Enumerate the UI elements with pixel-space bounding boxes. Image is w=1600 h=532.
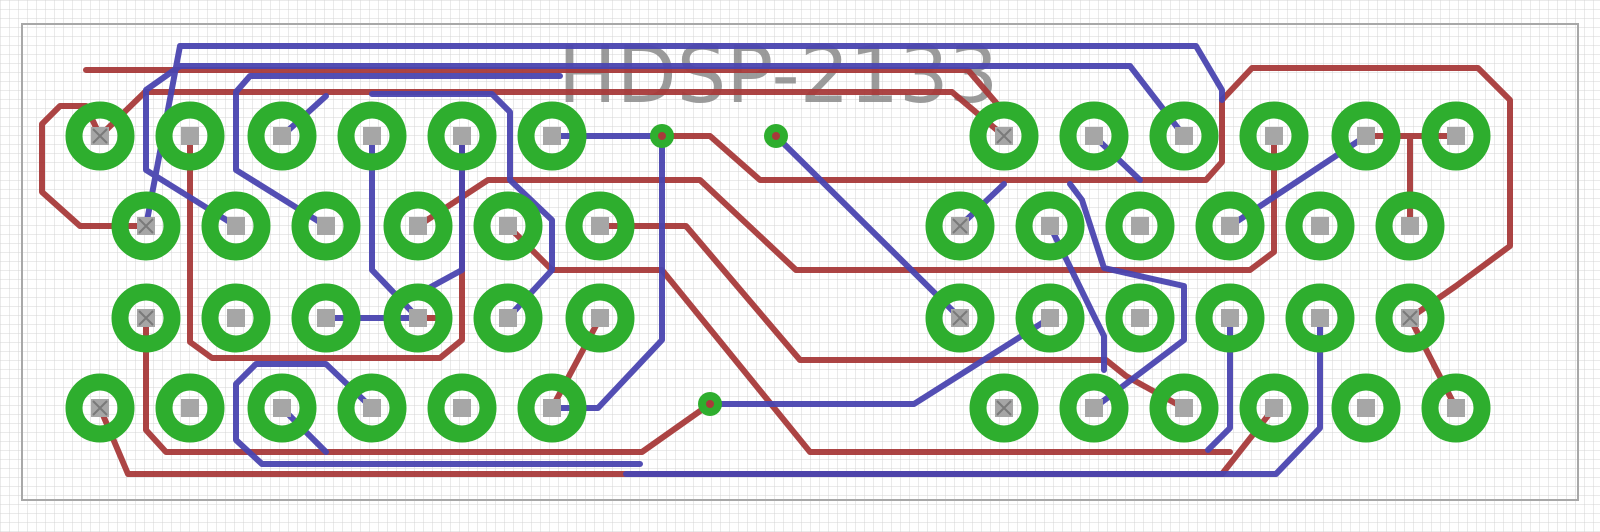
pad (1375, 191, 1445, 261)
pad (1375, 283, 1445, 353)
pad (969, 373, 1039, 443)
pad (1149, 101, 1219, 171)
pad (155, 373, 225, 443)
pad (1059, 101, 1129, 171)
pad (427, 373, 497, 443)
pad (291, 191, 361, 261)
pad (473, 283, 543, 353)
via (764, 124, 788, 148)
pad (969, 101, 1039, 171)
pad (1421, 373, 1491, 443)
via (698, 392, 722, 416)
pad (1015, 191, 1085, 261)
pad (565, 191, 635, 261)
pad (247, 101, 317, 171)
pad (1331, 101, 1401, 171)
pad (1105, 191, 1175, 261)
pad (65, 373, 135, 443)
pad (427, 101, 497, 171)
pad (1285, 283, 1355, 353)
pad (1421, 101, 1491, 171)
pad (1239, 373, 1309, 443)
pad (925, 191, 995, 261)
pad (1285, 191, 1355, 261)
pad (1149, 373, 1219, 443)
pad (1015, 283, 1085, 353)
pad (291, 283, 361, 353)
pad (1105, 283, 1175, 353)
pad (155, 101, 225, 171)
pad (1195, 191, 1265, 261)
pad (383, 191, 453, 261)
pcb-layout-view: HDSP-2133 (0, 0, 1600, 532)
pad (1195, 283, 1265, 353)
pad (337, 373, 407, 443)
pad (1059, 373, 1129, 443)
pad (565, 283, 635, 353)
via (650, 124, 674, 148)
pad (65, 101, 135, 171)
pad (473, 191, 543, 261)
pad (1331, 373, 1401, 443)
pad (517, 373, 587, 443)
pad (337, 101, 407, 171)
pad (111, 191, 181, 261)
pad (383, 283, 453, 353)
pad (247, 373, 317, 443)
pad (201, 283, 271, 353)
pcb-canvas: HDSP-2133 (0, 0, 1600, 532)
pad (925, 283, 995, 353)
pad (517, 101, 587, 171)
pad (1239, 101, 1309, 171)
pad (201, 191, 271, 261)
pad (111, 283, 181, 353)
